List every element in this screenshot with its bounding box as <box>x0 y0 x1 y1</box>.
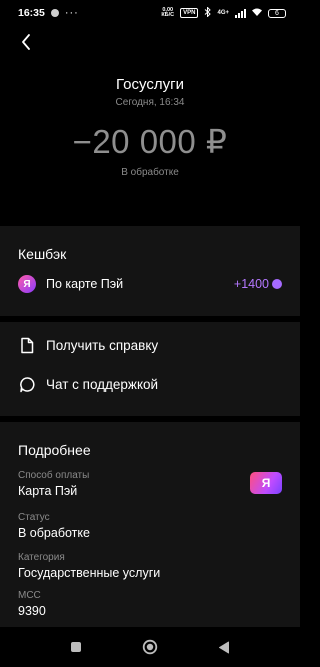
back-nav-button[interactable] <box>213 636 235 658</box>
chevron-left-icon <box>22 34 30 50</box>
cashback-value-group: +1400 <box>234 277 282 291</box>
chat-icon <box>18 375 36 393</box>
more-notifications-icon: ··· <box>64 7 79 19</box>
get-statement-label: Получить справку <box>46 337 159 353</box>
circle-icon <box>142 639 158 655</box>
yandex-logo-icon: Я <box>18 275 36 293</box>
cashback-title: Кешбэк <box>18 246 67 262</box>
status-label: Статус <box>18 512 50 523</box>
back-button[interactable] <box>16 32 36 52</box>
cashback-label: По карте Пэй <box>46 277 124 291</box>
status-detail: Статус В обработке <box>18 512 282 540</box>
network-type: 4G+ <box>217 10 229 16</box>
status-bar: 16:35 ··· 0,00 КБ/С VPN 4G+ 6 <box>0 0 300 26</box>
vpn-icon: VPN <box>180 8 199 18</box>
status-value: В обработке <box>18 526 90 540</box>
status-time: 16:35 <box>18 7 45 19</box>
mcc-label: MCC <box>18 590 41 601</box>
support-chat-label: Чат с поддержкой <box>46 376 159 392</box>
payment-method: Способ оплаты Карта Пэй Я <box>18 470 282 498</box>
wifi-icon <box>252 8 262 18</box>
home-button[interactable] <box>139 636 161 658</box>
cashback-card: Кешбэк Я По карте Пэй +1400 <box>0 226 300 316</box>
document-icon <box>18 336 36 354</box>
details-card: Подробнее Способ оплаты Карта Пэй Я Стат… <box>0 422 300 632</box>
cashback-row[interactable]: Я По карте Пэй +1400 <box>18 274 282 294</box>
square-icon <box>71 642 81 652</box>
payment-method-label: Способ оплаты <box>18 470 90 481</box>
battery-icon: 6 <box>268 8 286 18</box>
merchant-name: Госуслуги <box>116 76 184 93</box>
signal-icon <box>235 8 246 18</box>
triangle-back-icon <box>219 641 229 653</box>
mcc-value: 9390 <box>18 604 46 618</box>
transaction-status: В обработке <box>121 167 179 178</box>
transaction-amount: −20 000 ₽ <box>72 123 228 160</box>
recents-button[interactable] <box>65 636 87 658</box>
yandex-logo-letter: Я <box>23 278 31 290</box>
actions-card: Получить справку Чат с поддержкой <box>0 322 300 416</box>
card-badge-icon: Я <box>250 472 282 494</box>
category-label: Категория <box>18 552 65 563</box>
transaction-header: Госуслуги Сегодня, 16:34 −20 000 ₽ В обр… <box>0 76 300 178</box>
support-chat-button[interactable]: Чат с поддержкой <box>18 373 282 395</box>
mcc-detail: MCC 9390 <box>18 590 282 618</box>
system-nav-bar <box>0 627 300 667</box>
category-detail: Категория Государственные услуги <box>18 552 282 580</box>
get-statement-button[interactable]: Получить справку <box>18 334 282 356</box>
battery-level: 6 <box>275 9 279 17</box>
transaction-date: Сегодня, 16:34 <box>115 97 185 108</box>
category-value: Государственные услуги <box>18 566 161 580</box>
notification-icon <box>50 9 59 17</box>
network-speed: 0,00 КБ/С <box>161 7 175 18</box>
cashback-value: +1400 <box>233 277 269 291</box>
bluetooth-icon <box>204 6 212 19</box>
card-badge-letter: Я <box>261 476 271 490</box>
network-speed-unit: КБ/С <box>161 12 175 18</box>
payment-method-value: Карта Пэй <box>18 484 78 498</box>
plus-points-icon <box>272 279 282 289</box>
details-title: Подробнее <box>18 442 91 458</box>
